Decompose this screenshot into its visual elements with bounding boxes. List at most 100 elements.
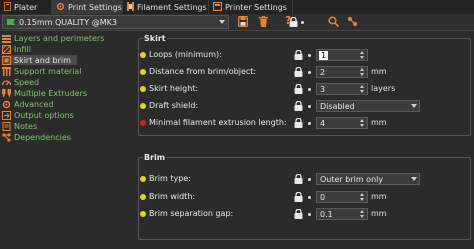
height-unit: layers	[371, 84, 396, 93]
distance-row: Distance from brim/object: 2 mm	[135, 65, 474, 79]
lock-icon[interactable]	[294, 208, 303, 221]
brim-width-spinner[interactable]: 0	[316, 191, 368, 203]
printer-icon	[212, 1, 223, 13]
lock-icon[interactable]	[294, 83, 303, 96]
spinner-arrows-icon[interactable]	[360, 51, 365, 59]
loops-spinner[interactable]: 1	[316, 49, 368, 61]
brim-gap-value[interactable]: 0.1	[317, 210, 333, 219]
skirt-group: Skirt Loops (minimum): 1 Distance from b…	[135, 34, 474, 136]
tab-label: Filament Settings	[137, 2, 207, 12]
filament-spool-icon	[127, 1, 134, 13]
spinner-arrows-icon[interactable]	[360, 68, 365, 76]
reset-dot-icon[interactable]	[308, 105, 311, 108]
sidebar-item-infill[interactable]: Infill	[2, 44, 31, 54]
sidebar-item-label: Infill	[14, 44, 31, 54]
system-dot-icon	[301, 21, 304, 24]
tab-bar: Plater Print Settings Filament Settings …	[0, 0, 474, 14]
spinner-arrows-icon[interactable]	[360, 210, 365, 218]
height-value[interactable]: 3	[317, 85, 325, 94]
sidebar-item-layers-and-perimeters[interactable]: Layers and perimeters	[2, 33, 104, 43]
distance-label: Distance from brim/object:	[149, 67, 257, 76]
sidebar-item-output-options[interactable]: Output options	[2, 110, 74, 120]
save-icon[interactable]	[238, 16, 248, 28]
skirt-icon	[2, 55, 11, 65]
search-icon[interactable]	[328, 16, 340, 28]
brim-gap-row: Brim separation gap: 0.1 mm	[135, 207, 474, 221]
brim-width-label: Brim width:	[149, 192, 196, 201]
height-spinner[interactable]: 3	[316, 83, 368, 95]
tab-plater[interactable]: Plater	[0, 0, 52, 14]
min-extrusion-unit: mm	[371, 118, 387, 127]
tab-label: Plater	[14, 2, 38, 12]
spinner-arrows-icon[interactable]	[360, 193, 365, 201]
reset-dot-icon[interactable]	[308, 178, 311, 181]
reset-dot-icon[interactable]	[308, 54, 311, 57]
sidebar-item-dependencies[interactable]: Dependencies	[2, 132, 71, 142]
loops-label: Loops (minimum):	[149, 50, 222, 59]
draft-shield-label: Draft shield:	[149, 101, 199, 110]
sidebar-item-support-material[interactable]: Support material	[2, 66, 82, 76]
spinner-arrows-icon[interactable]	[360, 119, 365, 127]
extruders-icon	[2, 88, 11, 98]
infill-icon	[2, 44, 11, 54]
distance-spinner[interactable]: 2	[316, 66, 368, 78]
reset-dot-icon[interactable]	[308, 196, 311, 199]
draft-shield-row: Draft shield: Disabled	[135, 99, 474, 113]
simple-mode-dot-icon	[140, 69, 146, 75]
support-icon	[2, 66, 11, 76]
sidebar-item-skirt-and-brim[interactable]: Skirt and brim	[2, 55, 77, 65]
brim-type-label: Brim type:	[149, 174, 191, 183]
preset-toolbar: 0.15mm QUALITY @MK3 ?	[0, 14, 474, 31]
lock-icon[interactable]	[294, 66, 303, 79]
reset-dot-icon[interactable]	[308, 88, 311, 91]
plater-icon	[3, 0, 12, 13]
tab-printer-settings[interactable]: Printer Settings	[209, 0, 293, 14]
brim-width-unit: mm	[371, 192, 387, 201]
settings-sidebar: Layers and perimeters Infill Skirt and b…	[0, 32, 134, 249]
brim-width-value[interactable]: 0	[317, 193, 325, 202]
tab-print-settings[interactable]: Print Settings	[52, 0, 123, 14]
simple-mode-dot-icon	[140, 86, 146, 92]
brim-group: Brim Brim type: Outer brim only Brim wid…	[135, 153, 474, 240]
loops-row: Loops (minimum): 1	[135, 48, 474, 62]
gear-icon	[56, 2, 65, 13]
min-extrusion-label: Minimal filament extrusion length:	[149, 118, 287, 127]
distance-value[interactable]: 2	[317, 68, 325, 77]
chevron-down-icon[interactable]	[411, 177, 417, 181]
lock-icon[interactable]	[294, 191, 303, 204]
sidebar-item-label: Multiple Extruders	[14, 88, 88, 98]
brim-gap-spinner[interactable]: 0.1	[316, 208, 368, 220]
brim-type-dropdown[interactable]: Outer brim only	[316, 173, 420, 185]
sidebar-item-notes[interactable]: Notes	[2, 121, 37, 131]
sidebar-item-label: Layers and perimeters	[14, 33, 105, 43]
compare-icon[interactable]	[347, 16, 358, 28]
lock-icon[interactable]	[294, 49, 303, 62]
sidebar-item-label: Notes	[14, 121, 38, 131]
reset-dot-icon[interactable]	[308, 122, 311, 125]
sidebar-item-label: Support material	[14, 66, 82, 76]
output-icon	[2, 110, 11, 120]
delete-icon[interactable]	[259, 16, 268, 28]
preset-dropdown[interactable]: 0.15mm QUALITY @MK3	[2, 15, 229, 29]
reset-dot-icon[interactable]	[308, 213, 311, 216]
tab-filament-settings[interactable]: Filament Settings	[123, 0, 209, 14]
sidebar-item-advanced[interactable]: Advanced	[2, 99, 54, 109]
simple-mode-dot-icon	[140, 194, 146, 200]
sidebar-item-label: Dependencies	[14, 132, 71, 142]
sidebar-item-label: Speed	[14, 77, 40, 87]
height-label: Skirt height:	[149, 84, 199, 93]
draft-shield-dropdown[interactable]: Disabled	[316, 100, 420, 112]
lock-icon[interactable]	[294, 173, 303, 186]
loops-value[interactable]: 1	[319, 50, 329, 60]
chevron-down-icon[interactable]	[411, 104, 417, 108]
reset-dot-icon[interactable]	[308, 71, 311, 74]
sidebar-item-multiple-extruders[interactable]: Multiple Extruders	[2, 88, 87, 98]
preset-name: 0.15mm QUALITY @MK3	[19, 17, 117, 27]
min-extrusion-spinner[interactable]: 4	[316, 117, 368, 129]
sidebar-item-label: Advanced	[14, 99, 54, 109]
lock-icon[interactable]	[294, 100, 303, 113]
spinner-arrows-icon[interactable]	[360, 85, 365, 93]
lock-icon[interactable]	[294, 117, 303, 130]
sidebar-item-speed[interactable]: Speed	[2, 77, 39, 87]
min-extrusion-value[interactable]: 4	[317, 119, 325, 128]
